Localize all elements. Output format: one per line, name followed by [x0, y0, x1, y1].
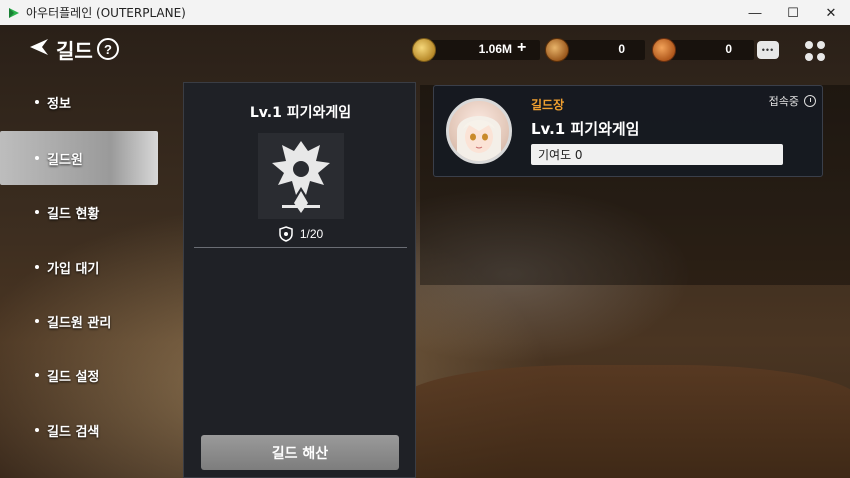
currency-gold: 1.06M + [412, 38, 540, 62]
gold-amount: 1.06M [478, 42, 512, 56]
add-gold-button[interactable]: + [517, 39, 526, 57]
member-count-text: 1/20 [299, 227, 324, 241]
close-button[interactable]: ✕ [812, 0, 850, 25]
avatar [446, 98, 512, 164]
guild-badge-icon [545, 38, 569, 62]
sidebar-item-search[interactable]: 길드 검색 [0, 403, 158, 457]
bullet-icon [35, 156, 39, 160]
back-arrow-glyph [30, 39, 48, 55]
member-online-status: 접속중 [769, 93, 816, 109]
bullet-icon [35, 265, 39, 269]
chat-icon[interactable]: ••• [757, 41, 779, 59]
top-bar: 길드 ? 1.06M + 0 0 ••• [0, 25, 850, 75]
menu-dot [805, 41, 813, 49]
guild-info-panel: Lv.1 피기와게임 1/20 길드 해산 [183, 82, 416, 478]
sidebar-item-pending[interactable]: 가입 대기 [0, 240, 158, 294]
guild-medal-icon [652, 38, 676, 62]
sidebar-item-settings[interactable]: 길드 설정 [0, 348, 158, 402]
game-area: 길드 ? 1.06M + 0 0 ••• 정보 길드원 길드 현황 가입 대기 … [0, 25, 850, 478]
sidebar-item-label: 가입 대기 [47, 261, 100, 277]
sidebar-item-label: 길드원 관리 [47, 315, 112, 331]
status-text: 접속중 [768, 95, 799, 108]
currency-badge: 0 [545, 38, 645, 62]
background-table [400, 365, 850, 478]
back-arrow-icon[interactable] [28, 36, 50, 58]
gold-coin-icon [412, 38, 436, 62]
guild-name: Lv.1 피기와게임 [249, 105, 352, 121]
page-title: 길드 [56, 39, 93, 63]
menu-dot [816, 41, 825, 49]
sidebar-item-members[interactable]: 길드원 [0, 131, 158, 185]
member-role: 길드장 [531, 98, 565, 112]
member-count: 1/20 [184, 226, 417, 242]
sidebar-item-label: 길드 현황 [47, 206, 100, 222]
bullet-icon [35, 428, 39, 432]
guild-emblem-icon [258, 133, 344, 219]
sidebar-item-label: 길드 설정 [47, 369, 100, 385]
member-card[interactable]: 길드장 접속중 Lv.1 피기와게임 기여도 0 [433, 85, 823, 177]
help-button[interactable]: ? [97, 38, 119, 60]
currency-medal: 0 [652, 38, 754, 62]
sidebar-item-label: 길드 검색 [47, 424, 100, 440]
sidebar-item-manage[interactable]: 길드원 관리 [0, 294, 158, 348]
menu-grid-icon[interactable] [805, 41, 825, 61]
app-logo-icon [9, 7, 19, 18]
shield-icon [279, 226, 293, 242]
sidebar-item-label: 정보 [47, 96, 71, 112]
bullet-icon [35, 210, 39, 214]
window-title: 아우터플레인 (OUTERPLANE) [26, 6, 186, 20]
member-contribution: 기여도 0 [531, 144, 783, 165]
minimize-button[interactable]: — [736, 0, 774, 25]
clock-icon [804, 95, 816, 107]
menu-dot [816, 52, 825, 61]
window-titlebar: 아우터플레인 (OUTERPLANE) — ☐ ✕ [0, 0, 850, 25]
member-name: Lv.1 피기와게임 [531, 120, 640, 138]
menu-dot [805, 52, 813, 61]
bullet-icon [35, 373, 39, 377]
avatar-portrait [457, 116, 501, 161]
maximize-button[interactable]: ☐ [774, 0, 812, 25]
sidebar-item-label: 길드원 [47, 152, 83, 168]
badge-amount: 0 [618, 42, 625, 56]
divider [194, 247, 407, 248]
disband-guild-button[interactable]: 길드 해산 [201, 435, 399, 470]
sidebar-item-info[interactable]: 정보 [0, 75, 158, 129]
bullet-icon [35, 100, 39, 104]
sidebar-item-status[interactable]: 길드 현황 [0, 185, 158, 239]
bullet-icon [35, 319, 39, 323]
medal-amount: 0 [725, 42, 732, 56]
